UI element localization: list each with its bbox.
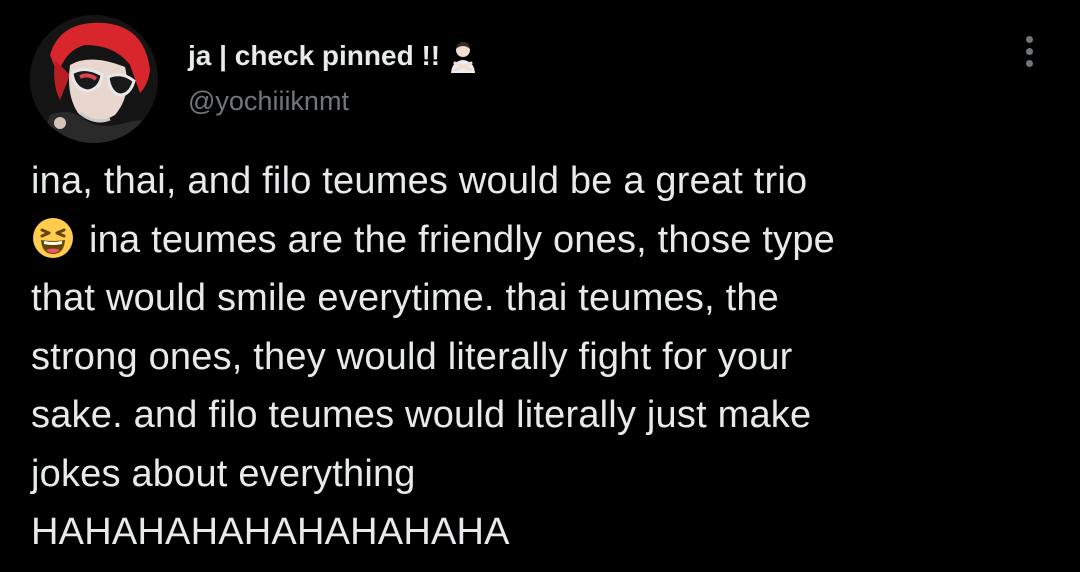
tweet-text: ina, thai, and filo teumes would be a gr… xyxy=(31,152,1051,562)
tweet: ja | check pinned !! @yochiiiknmt ina, t… xyxy=(0,0,1080,572)
tweet-text-line: sake. and filo teumes would literally ju… xyxy=(31,394,812,436)
tweet-header: ja | check pinned !! @yochiiiknmt xyxy=(30,14,1050,144)
display-name-row[interactable]: ja | check pinned !! xyxy=(188,36,480,76)
tweet-text-line-with-emoji: ina teumes are the friendly ones, those … xyxy=(31,211,1051,270)
avatar[interactable] xyxy=(30,15,158,143)
avatar-image xyxy=(30,15,158,143)
tweet-text-line: strong ones, they would literally fight … xyxy=(31,335,793,378)
tweet-text-line: HAHAHAHAHAHAHAHAHA xyxy=(31,511,510,553)
more-dot xyxy=(1025,36,1033,43)
more-options-icon[interactable] xyxy=(1014,36,1044,80)
person-gesturing-no-emoji-icon xyxy=(446,39,480,73)
author-names: ja | check pinned !! @yochiiiknmt xyxy=(188,36,480,117)
tweet-text-line: jokes about everything xyxy=(31,452,416,495)
user-handle[interactable]: @yochiiiknmt xyxy=(188,86,480,117)
grinning-squinting-face-emoji-icon xyxy=(31,216,75,260)
tweet-text-line: ina, thai, and filo teumes would be a gr… xyxy=(31,160,808,202)
more-dot xyxy=(1025,60,1033,67)
tweet-text-line: that would smile everytime. thai teumes,… xyxy=(31,277,780,319)
display-name[interactable]: ja | check pinned !! xyxy=(188,40,440,72)
more-dot xyxy=(1025,48,1033,55)
tweet-text-line: ina teumes are the friendly ones, those … xyxy=(89,218,836,261)
